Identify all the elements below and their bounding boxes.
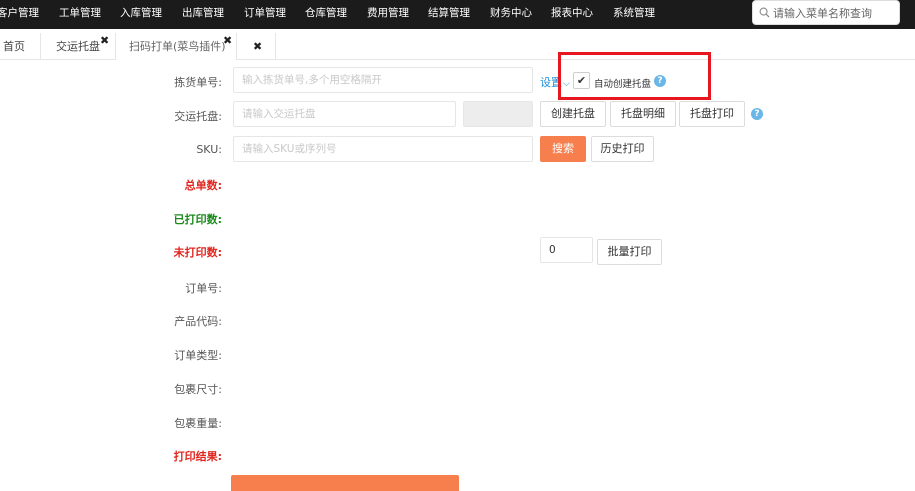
print-result-bar — [231, 475, 459, 491]
package-weight-label: 包裹重量: — [174, 417, 222, 430]
tab-home[interactable]: 首页 — [0, 33, 41, 60]
search-button[interactable]: 搜索 — [540, 136, 586, 162]
batch-quantity-input[interactable] — [541, 238, 592, 262]
print-result-label: 打印结果: — [173, 450, 222, 463]
tab-bar: 首页 交运托盘 ✖ 扫码打单(菜鸟插件) ✖ ✖ — [0, 33, 915, 60]
nav-item-fees[interactable]: 费用管理 — [367, 0, 409, 29]
top-nav: 客户管理 工单管理 入库管理 出库管理 订单管理 仓库管理 费用管理 结算管理 … — [0, 0, 915, 29]
nav-item-reports[interactable]: 报表中心 — [551, 0, 593, 29]
nav-item-finance[interactable]: 财务中心 — [490, 0, 532, 29]
tab-home-label: 首页 — [3, 40, 25, 53]
pick-number-input[interactable] — [234, 68, 532, 92]
pallet-input[interactable] — [234, 102, 455, 126]
help-icon[interactable]: ? — [751, 108, 763, 120]
create-pallet-button[interactable]: 创建托盘 — [540, 101, 606, 127]
pallet-label: 交运托盘: — [174, 110, 222, 123]
product-code-label: 产品代码: — [174, 315, 222, 328]
nav-item-customer[interactable]: 客户管理 — [0, 0, 39, 29]
nav-item-warehouse[interactable]: 仓库管理 — [305, 0, 347, 29]
unprinted-count-label: 未打印数: — [173, 246, 222, 259]
close-icon[interactable]: ✖ — [223, 35, 232, 46]
nav-item-outbound[interactable]: 出库管理 — [182, 0, 224, 29]
printed-count-label: 已打印数: — [173, 213, 222, 226]
pallet-select[interactable] — [463, 101, 533, 127]
highlight-box — [558, 52, 711, 100]
batch-quantity-field[interactable] — [540, 237, 593, 263]
tab-scan-print[interactable]: 扫码打单(菜鸟插件) ✖ — [116, 33, 237, 60]
pallet-print-button[interactable]: 托盘打印 — [679, 101, 745, 127]
menu-search[interactable] — [752, 0, 900, 25]
sku-field[interactable] — [233, 136, 533, 162]
history-print-button[interactable]: 历史打印 — [591, 136, 654, 162]
package-size-label: 包裹尺寸: — [174, 383, 222, 396]
close-icon[interactable]: ✖ — [253, 41, 262, 52]
total-count-label: 总单数: — [184, 179, 222, 192]
tab-scan-print-label: 扫码打单(菜鸟插件) — [129, 40, 226, 53]
sku-input[interactable] — [234, 137, 532, 161]
nav-item-system[interactable]: 系统管理 — [613, 0, 655, 29]
pallet-detail-button[interactable]: 托盘明细 — [610, 101, 676, 127]
nav-item-workorder[interactable]: 工单管理 — [59, 0, 101, 29]
pallet-field[interactable] — [233, 101, 456, 127]
order-number-label: 订单号: — [185, 282, 222, 295]
tab-close-all[interactable]: ✖ — [237, 33, 276, 60]
tab-pallet-label: 交运托盘 — [56, 40, 100, 53]
close-icon[interactable]: ✖ — [100, 35, 109, 46]
nav-item-orders[interactable]: 订单管理 — [244, 0, 286, 29]
nav-item-inbound[interactable]: 入库管理 — [120, 0, 162, 29]
sku-label: SKU: — [196, 143, 222, 156]
tab-pallet[interactable]: 交运托盘 ✖ — [41, 33, 116, 60]
pick-number-field[interactable] — [233, 67, 533, 93]
batch-print-button[interactable]: 批量打印 — [597, 239, 662, 265]
order-type-label: 订单类型: — [174, 349, 222, 362]
menu-search-input[interactable] — [773, 4, 895, 22]
nav-item-settlement[interactable]: 结算管理 — [428, 0, 470, 29]
search-icon — [759, 7, 770, 18]
pick-number-label: 拣货单号: — [174, 76, 222, 89]
